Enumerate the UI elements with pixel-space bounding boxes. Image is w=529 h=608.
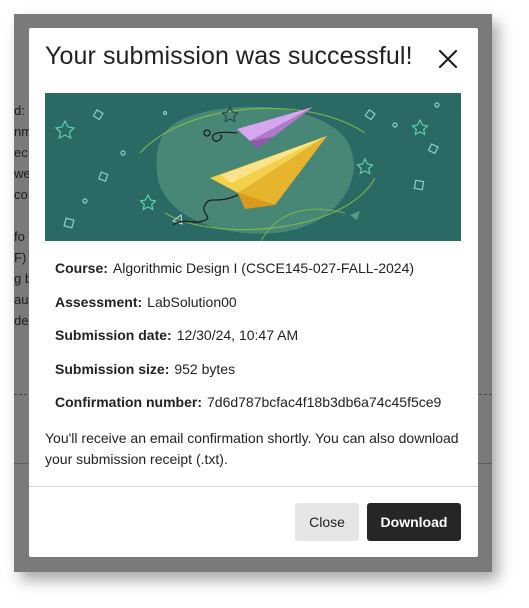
paper-planes-illustration xyxy=(54,102,440,241)
submission-details: Course: Algorithmic Design I (CSCE145-027… xyxy=(55,258,475,426)
detail-course: Course: Algorithmic Design I (CSCE145-027… xyxy=(55,258,475,292)
detail-confirmation-number: Confirmation number: 7d6d787bcfac4f18b3db… xyxy=(55,392,475,426)
detail-assessment: Assessment: LabSolution00 xyxy=(55,292,475,326)
detail-value: Algorithmic Design I (CSCE145-027-FALL-2… xyxy=(112,260,415,276)
success-illustration xyxy=(45,93,461,241)
download-button[interactable]: Download xyxy=(367,503,461,541)
detail-label: Submission size: xyxy=(55,360,170,377)
detail-label: Course: xyxy=(55,260,108,276)
detail-label: Confirmation number: xyxy=(55,394,202,411)
close-button[interactable]: Close xyxy=(295,503,359,541)
detail-value: LabSolution00 xyxy=(147,293,237,310)
confirmation-message: You'll receive an email confirmation sho… xyxy=(45,430,459,467)
detail-value: 7d6d787bcfac4f18b3db6a74c45f5ce9 xyxy=(207,394,442,411)
submission-success-dialog: Your submission was successful! Course: … xyxy=(29,28,478,557)
detail-value: 952 bytes xyxy=(174,360,236,377)
detail-label: Submission date: xyxy=(55,327,172,344)
close-icon-glyph xyxy=(438,49,458,69)
detail-value: 12/30/24, 10:47 AM xyxy=(176,327,299,344)
detail-submission-size: Submission size: 952 bytes xyxy=(55,359,475,393)
footer-divider xyxy=(29,486,478,487)
detail-submission-date: Submission date: 12/30/24, 10:47 AM xyxy=(55,325,475,359)
close-icon[interactable] xyxy=(435,46,461,72)
dialog-title: Your submission was successful! xyxy=(45,42,413,70)
detail-label: Assessment: xyxy=(55,293,143,310)
